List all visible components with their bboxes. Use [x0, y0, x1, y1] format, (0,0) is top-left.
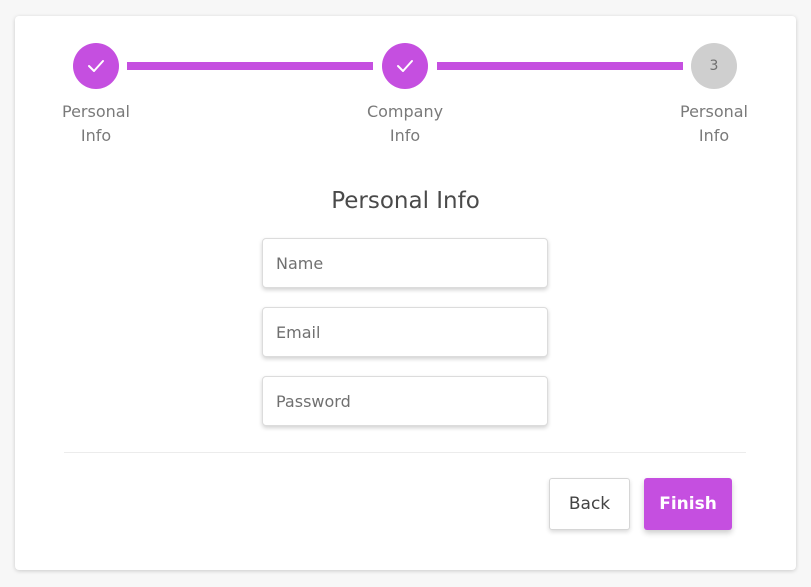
step-label-line: Info: [698, 126, 730, 145]
wizard-card: 3 Personal Info Company Info Personal In…: [15, 16, 796, 570]
step-3-indicator[interactable]: 3: [691, 43, 737, 89]
divider: [64, 452, 746, 453]
step-label-line: Info: [80, 126, 112, 145]
step-3-label: Personal Info: [659, 100, 769, 148]
check-icon: [397, 60, 413, 72]
step-number: 3: [709, 58, 719, 74]
step-connector: [437, 62, 683, 70]
step-label-line: Company: [366, 102, 444, 121]
finish-button[interactable]: Finish: [644, 478, 732, 530]
step-label-line: Personal: [61, 102, 130, 121]
check-icon: [88, 60, 104, 72]
step-1-label: Personal Info: [41, 100, 151, 148]
back-button[interactable]: Back: [549, 478, 630, 530]
stepper: 3 Personal Info Company Info Personal In…: [15, 16, 796, 156]
step-2-indicator[interactable]: [382, 43, 428, 89]
password-field[interactable]: [262, 376, 548, 426]
step-connector: [127, 62, 373, 70]
email-field[interactable]: [262, 307, 548, 357]
step-1-indicator[interactable]: [73, 43, 119, 89]
form-title: Personal Info: [331, 188, 480, 214]
step-label-line: Info: [389, 126, 421, 145]
step-label-line: Personal: [679, 102, 748, 121]
step-2-label: Company Info: [350, 100, 460, 148]
name-field[interactable]: [262, 238, 548, 288]
